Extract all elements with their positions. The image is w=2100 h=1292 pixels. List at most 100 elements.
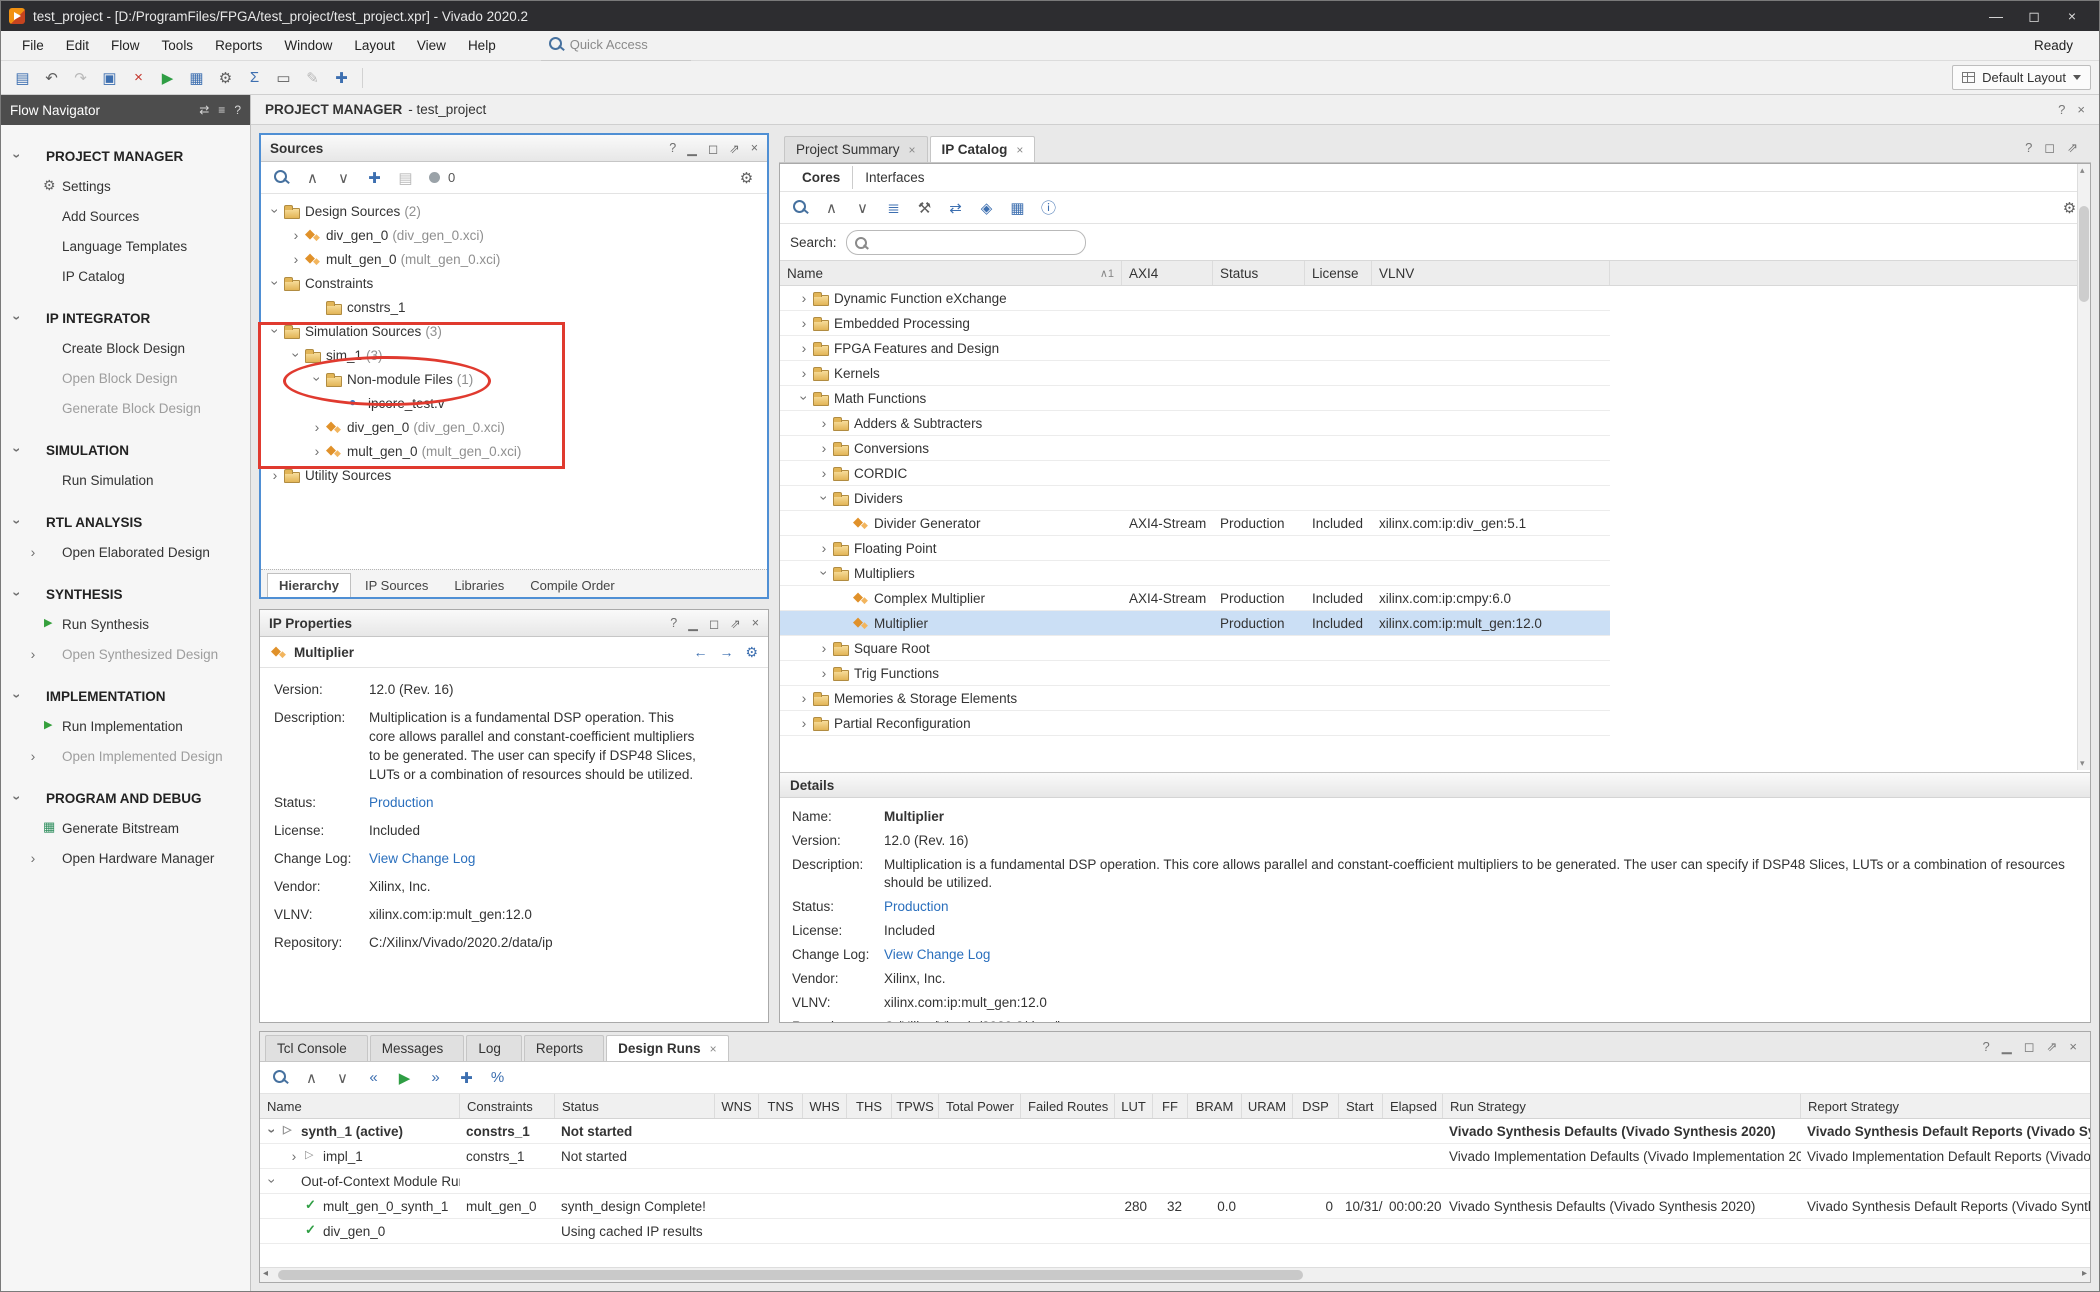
ip-catalog-row[interactable]: Adders & Subtracters [780, 411, 1610, 436]
column-header-whs[interactable]: WHS [803, 1094, 847, 1118]
flow-nav-item[interactable]: Run Implementation [1, 711, 250, 741]
flow-nav-item[interactable]: Language Templates [1, 231, 250, 261]
layout-icon[interactable]: ▭ [270, 65, 297, 90]
close-tab-icon[interactable]: × [1016, 143, 1023, 157]
edit-file-icon[interactable]: ▤ [392, 165, 419, 190]
column-header-vlnv[interactable]: VLNV [1372, 261, 1610, 285]
expander-icon[interactable] [796, 716, 812, 730]
external-icon[interactable]: ⇗ [729, 141, 739, 156]
expander-icon[interactable] [796, 391, 812, 405]
previous-object-icon[interactable]: ← [693, 644, 707, 661]
design-run-row[interactable]: synth_1 (active) constrs_1 Not started [260, 1119, 2090, 1144]
expander-icon[interactable] [309, 372, 325, 386]
minimize-icon[interactable]: ▁ [2002, 1039, 2012, 1055]
edit-icon[interactable]: ✎ [299, 65, 326, 90]
external-icon[interactable]: ⇗ [730, 616, 740, 631]
ip-catalog-row[interactable]: Complex Multiplier AXI4-Stream Productio… [780, 586, 1610, 611]
flow-nav-item[interactable]: PROJECT MANAGER [1, 141, 250, 171]
flow-nav-item[interactable]: IMPLEMENTATION [1, 681, 250, 711]
source-tree-item[interactable]: sim_1 (3) [261, 343, 767, 367]
customize-icon[interactable]: ⚒ [911, 195, 938, 220]
flow-nav-item[interactable]: Settings [1, 171, 250, 201]
collapse-all-icon[interactable]: ∧ [299, 165, 326, 190]
flow-nav-item[interactable]: Run Synthesis [1, 609, 250, 639]
column-header-name[interactable]: Name [260, 1094, 460, 1118]
column-header-license[interactable]: License [1305, 261, 1372, 285]
menu-item[interactable]: Edit [55, 33, 100, 58]
ip-status-icon[interactable]: ◈ [973, 195, 1000, 220]
source-tree-item[interactable]: Design Sources (2) [261, 199, 767, 223]
menu-icon[interactable]: ≡ [218, 103, 225, 117]
source-tree-item[interactable]: div_gen_0 (div_gen_0.xci) [261, 415, 767, 439]
settings-icon[interactable]: ⚙ [745, 644, 758, 661]
source-tree-item[interactable]: Simulation Sources (3) [261, 319, 767, 343]
close-icon[interactable]: × [752, 616, 759, 631]
utilization-icon[interactable]: % [484, 1065, 511, 1090]
flow-nav-item[interactable]: SIMULATION [1, 435, 250, 465]
flow-nav-item[interactable]: Add Sources [1, 201, 250, 231]
console-tab[interactable]: Tcl Console [265, 1035, 368, 1061]
workspace-tab[interactable]: IP Catalog × [930, 136, 1036, 162]
ip-catalog-row[interactable]: Embedded Processing [780, 311, 1610, 336]
design-run-row[interactable]: Out-of-Context Module Runs [260, 1169, 2090, 1194]
column-header-status[interactable]: Status [555, 1094, 715, 1118]
float-icon[interactable]: ◻ [708, 141, 718, 156]
expander-icon[interactable] [816, 541, 832, 555]
flow-nav-item[interactable]: IP INTEGRATOR [1, 303, 250, 333]
catalog-search-input[interactable] [873, 232, 1077, 253]
collapse-all-icon[interactable]: ∧ [818, 195, 845, 220]
column-header-total-power[interactable]: Total Power [939, 1094, 1021, 1118]
source-tree-item[interactable]: constrs_1 [261, 295, 767, 319]
source-tree-item[interactable]: Non-module Files (1) [261, 367, 767, 391]
design-run-row[interactable]: div_gen_0 Using cached IP results [260, 1219, 2090, 1244]
expander-icon[interactable] [796, 691, 812, 705]
expander-icon[interactable] [816, 666, 832, 680]
column-header-ff[interactable]: FF [1153, 1094, 1188, 1118]
flow-nav-item[interactable]: Generate Bitstream [1, 813, 250, 843]
sources-tab[interactable]: Libraries [442, 573, 516, 597]
menu-item[interactable]: Tools [151, 33, 205, 58]
float-icon[interactable]: ◻ [2024, 1039, 2035, 1055]
flow-nav-item[interactable]: Run Simulation [1, 465, 250, 495]
flow-nav-item[interactable]: Open Elaborated Design [1, 537, 250, 567]
quick-access-search[interactable]: Quick Access [541, 30, 691, 61]
expander-icon[interactable] [267, 468, 283, 482]
console-tab[interactable]: Design Runs × [606, 1035, 729, 1061]
expander-icon[interactable] [796, 341, 812, 355]
column-header-lut[interactable]: LUT [1115, 1094, 1153, 1118]
expander-icon[interactable] [309, 444, 325, 458]
flow-nav-item[interactable]: Open Block Design [1, 363, 250, 393]
ip-catalog-row[interactable]: Floating Point [780, 536, 1610, 561]
column-header-dsp[interactable]: DSP [1293, 1094, 1339, 1118]
console-tab[interactable]: Log [466, 1035, 522, 1061]
column-header-uram[interactable]: URAM [1242, 1094, 1293, 1118]
close-tab-icon[interactable]: × [909, 143, 916, 157]
design-run-row[interactable]: mult_gen_0_synth_1 mult_gen_0 synth_desi… [260, 1194, 2090, 1219]
scrollbar-thumb[interactable] [2079, 206, 2089, 302]
cancel-icon[interactable]: × [125, 65, 152, 90]
column-header-wns[interactable]: WNS [715, 1094, 759, 1118]
help-icon[interactable]: ? [1982, 1039, 1989, 1055]
expand-all-icon[interactable]: ∨ [329, 1065, 356, 1090]
minimize-icon[interactable]: ▁ [688, 616, 698, 631]
search-icon[interactable] [268, 165, 295, 190]
external-icon[interactable]: ⇗ [2047, 1039, 2058, 1055]
console-tab[interactable]: Messages [370, 1035, 465, 1061]
redo-icon[interactable]: ↷ [67, 65, 94, 90]
package-icon[interactable]: ▦ [1004, 195, 1031, 220]
sum-icon[interactable]: Σ [241, 65, 268, 90]
ip-catalog-row[interactable]: Memories & Storage Elements [780, 686, 1610, 711]
info-icon[interactable]: ⓘ [1035, 195, 1062, 220]
flow-nav-item[interactable]: RTL ANALYSIS [1, 507, 250, 537]
expander-icon[interactable] [816, 491, 832, 505]
expander-icon[interactable] [288, 252, 304, 266]
reports-icon[interactable]: ▦ [183, 65, 210, 90]
search-icon[interactable] [787, 195, 814, 220]
column-header-name[interactable]: Name ∧1 [780, 261, 1122, 285]
menu-item[interactable]: Help [457, 33, 507, 58]
expander-icon[interactable] [796, 366, 812, 380]
expander-icon[interactable] [267, 276, 283, 290]
expand-all-icon[interactable]: ∨ [330, 165, 357, 190]
expand-all-icon[interactable]: ∨ [849, 195, 876, 220]
flow-nav-item[interactable]: IP Catalog [1, 261, 250, 291]
